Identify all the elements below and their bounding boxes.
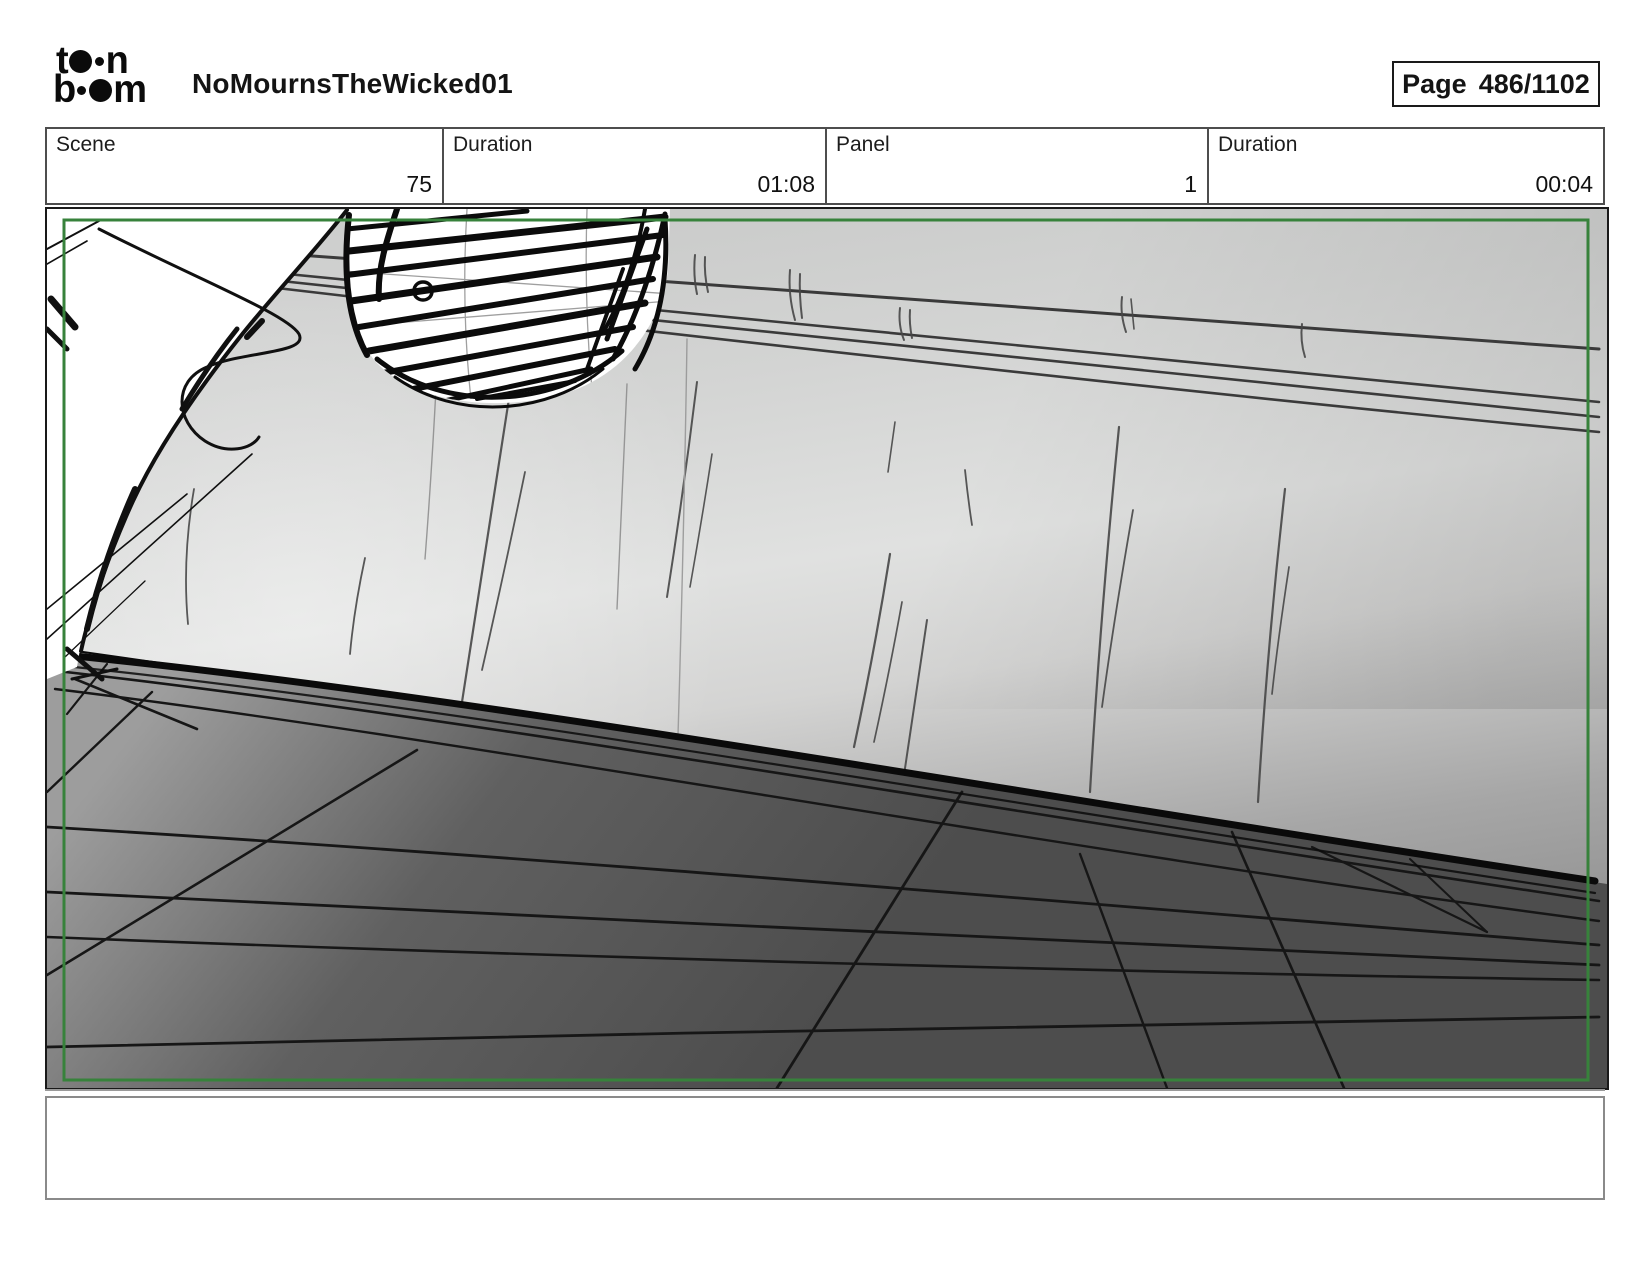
toonboom-logo: t n b m bbox=[53, 42, 147, 112]
panel-value: 1 bbox=[1184, 171, 1197, 197]
caption-box bbox=[45, 1096, 1605, 1200]
panel-label: Panel bbox=[836, 133, 890, 156]
panel-duration-value: 00:04 bbox=[1535, 171, 1593, 197]
separator-rule bbox=[45, 1089, 1605, 1091]
scene-duration-cell: Duration 01:08 bbox=[442, 129, 825, 203]
scene-duration-label: Duration bbox=[453, 133, 533, 156]
panel-duration-label: Duration bbox=[1218, 133, 1298, 156]
scene-value: 75 bbox=[406, 171, 432, 197]
page-value: 486/1102 bbox=[1478, 68, 1590, 99]
panel-duration-cell: Duration 00:04 bbox=[1207, 129, 1603, 203]
storyboard-sketch-image bbox=[47, 209, 1607, 1088]
logo-letter-b: b bbox=[53, 68, 76, 112]
logo-row-bottom: b m bbox=[53, 68, 147, 112]
logo-dot-small-icon bbox=[94, 56, 104, 66]
project-title: NoMournsTheWicked01 bbox=[192, 68, 513, 99]
page-number-box: Page 486/1102 bbox=[1392, 61, 1600, 107]
panel-cell: Panel 1 bbox=[825, 129, 1207, 203]
scene-duration-value: 01:08 bbox=[757, 171, 815, 197]
shot-info-row: Scene 75 Duration 01:08 Panel 1 Duration… bbox=[45, 127, 1605, 205]
logo-dot-small-icon bbox=[77, 85, 87, 95]
page-label: Page bbox=[1402, 68, 1467, 99]
logo-letter-m: m bbox=[113, 68, 147, 112]
storyboard-panel bbox=[45, 207, 1609, 1090]
scene-label: Scene bbox=[56, 133, 116, 156]
scene-cell: Scene 75 bbox=[47, 129, 442, 203]
